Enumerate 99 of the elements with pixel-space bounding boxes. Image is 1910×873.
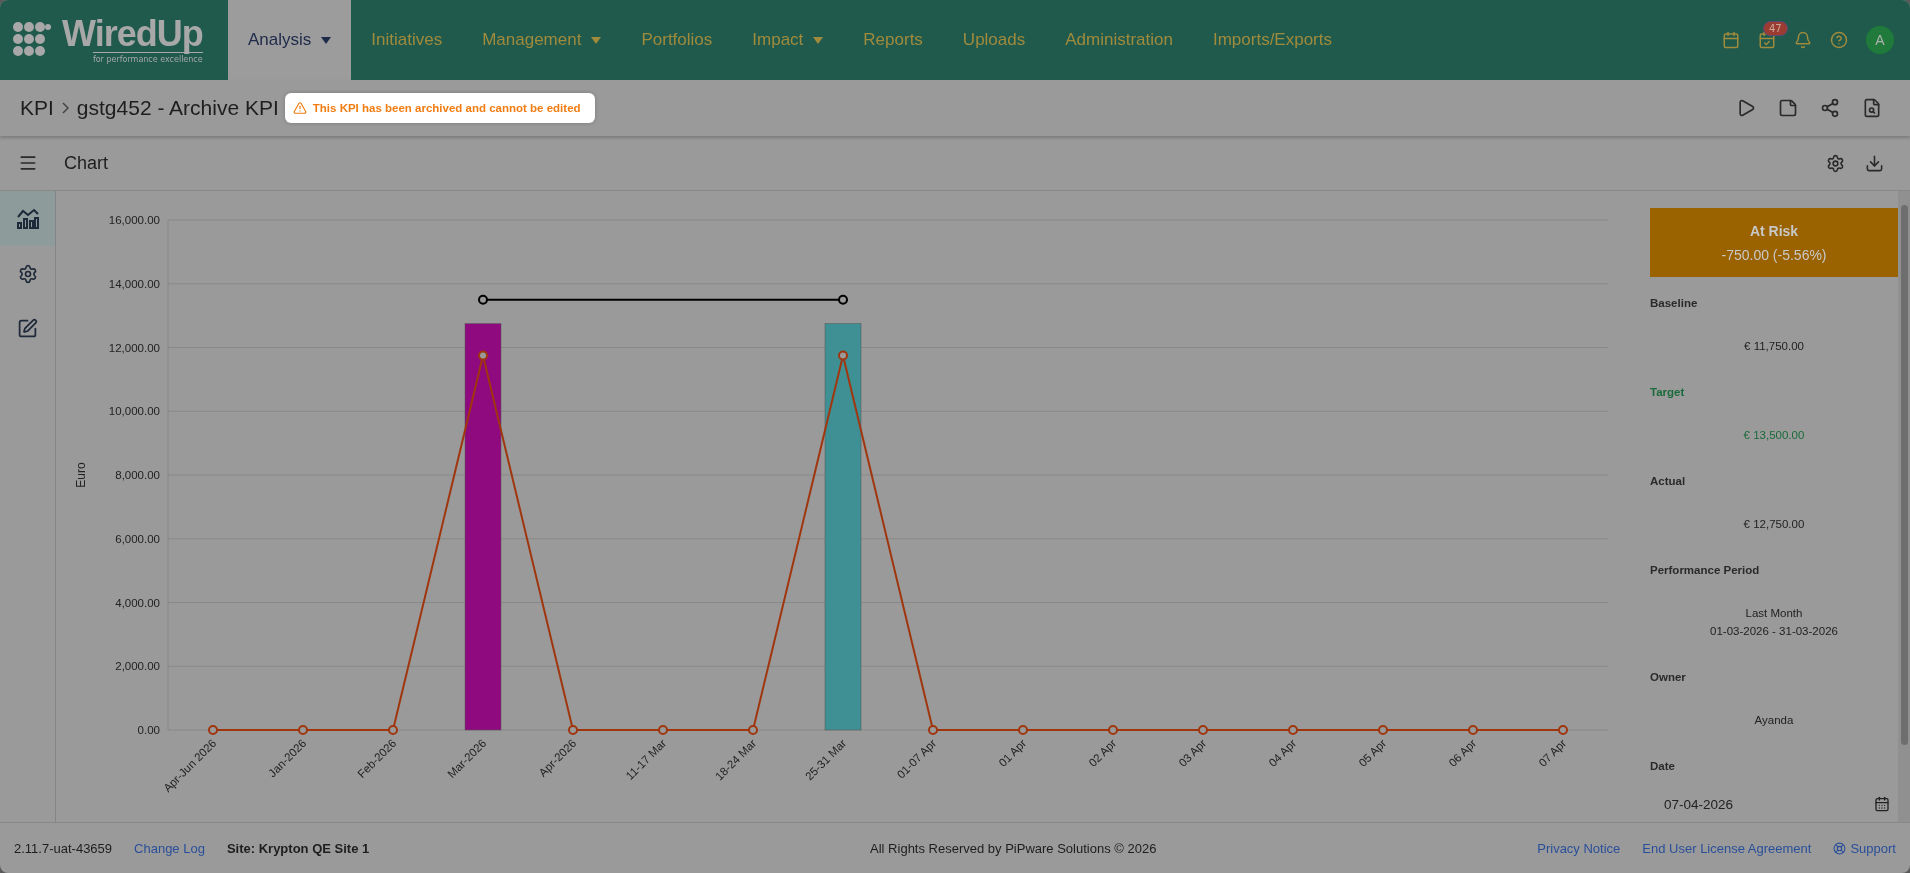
section-title: Chart xyxy=(64,152,108,174)
point xyxy=(1018,725,1028,735)
point xyxy=(478,350,488,361)
nav-tab[interactable]: Uploads xyxy=(942,0,1046,80)
x-tick-label: 05 Apr xyxy=(1356,736,1389,769)
y-tick-label: 16,000.00 xyxy=(108,214,160,226)
download-icon xyxy=(1865,153,1884,173)
nav-tab[interactable]: Initiatives xyxy=(351,0,463,80)
point xyxy=(1288,725,1298,735)
y-tick-label: 8,000.00 xyxy=(115,469,160,481)
point xyxy=(568,725,578,735)
warning-icon xyxy=(292,101,307,115)
nav-tab[interactable]: Management xyxy=(462,0,622,80)
x-tick-label: 03 Apr xyxy=(1176,736,1209,769)
menu-icon xyxy=(18,153,38,173)
point xyxy=(478,294,488,305)
y-tick-label: 4,000.00 xyxy=(115,596,160,609)
x-tick-label: 06 Apr xyxy=(1446,736,1479,769)
file-search-button[interactable] xyxy=(1862,98,1882,118)
nav-tab[interactable]: Impact xyxy=(732,0,844,80)
settings-button[interactable] xyxy=(1826,153,1845,173)
site-text: Site: Krypton QE Site 1 xyxy=(226,840,370,856)
detail-label: Date xyxy=(1650,760,1676,772)
menu-button[interactable] xyxy=(18,153,38,173)
status-label: At Risk xyxy=(1749,222,1799,239)
version-text: 2.11.7-uat-43659 xyxy=(14,840,113,856)
user-avatar[interactable]: A xyxy=(1866,26,1894,54)
status-value: -750.00 (-5.56%) xyxy=(1721,246,1827,263)
changelog-link[interactable]: Change Log xyxy=(134,840,205,856)
side-tool-button[interactable] xyxy=(0,191,55,246)
calendar-icon xyxy=(1722,31,1740,49)
settings-icon xyxy=(17,263,38,284)
nav-tab[interactable]: Portfolios xyxy=(621,0,733,80)
point xyxy=(1108,725,1118,735)
calendar-icon xyxy=(1874,796,1890,812)
y-tick-label: 14,000.00 xyxy=(108,277,160,290)
footer-link[interactable]: Support xyxy=(1833,840,1896,856)
chevron-right-icon xyxy=(61,102,69,114)
scrollbar[interactable] xyxy=(1898,191,1910,822)
y-tick-label: 0.00 xyxy=(137,724,160,736)
note-button[interactable] xyxy=(1778,98,1798,118)
detail-value: Ayanda xyxy=(1753,713,1795,728)
y-axis-title: Euro xyxy=(74,462,88,488)
detail-value: Last Month xyxy=(1744,606,1804,621)
point xyxy=(658,725,668,735)
x-tick-label: 01 Apr xyxy=(996,736,1029,769)
nav-tab[interactable]: Administration xyxy=(1045,0,1193,80)
point xyxy=(1468,725,1478,735)
support-icon xyxy=(1833,841,1847,855)
note-icon xyxy=(1778,98,1798,118)
footer-link[interactable]: End User License Agreement xyxy=(1642,840,1812,856)
y-tick-label: 12,000.00 xyxy=(108,341,160,354)
detail-label: Actual xyxy=(1650,475,1687,487)
chart-icon xyxy=(15,207,40,230)
nav-tab[interactable]: Reports xyxy=(843,0,943,80)
download-button[interactable] xyxy=(1865,153,1884,173)
detail-label: Performance Period xyxy=(1650,564,1761,576)
count-badge: 47 xyxy=(1763,21,1788,36)
point xyxy=(838,294,848,305)
detail-value: € 13,500.00 xyxy=(1742,428,1806,443)
nav-tab[interactable]: Imports/Exports xyxy=(1192,0,1352,80)
x-tick-label: 04 Apr xyxy=(1266,736,1299,769)
y-tick-label: 2,000.00 xyxy=(115,660,160,673)
detail-label: Owner xyxy=(1650,671,1687,683)
nodes-icon xyxy=(1820,98,1840,118)
point xyxy=(838,350,848,361)
play-button[interactable] xyxy=(1736,98,1756,118)
copyright-text: All Rights Reserved by PiPware Solutions © 2026 xyxy=(869,840,1157,856)
point xyxy=(298,725,308,735)
file-search-icon xyxy=(1862,98,1882,118)
nav-tab[interactable]: Analysis xyxy=(228,0,352,80)
x-tick-label: 07 Apr xyxy=(1536,736,1569,769)
settings-icon xyxy=(1826,153,1845,173)
help-icon xyxy=(1830,31,1848,49)
detail-label: Target xyxy=(1650,386,1686,398)
y-tick-label: 6,000.00 xyxy=(115,532,160,545)
warning-text: This KPI has been archived and cannot be edited xyxy=(312,102,581,114)
breadcrumb-current: gstg452 - Archive KPI xyxy=(76,96,279,120)
logo-tagline: for performance excellence xyxy=(92,52,203,64)
point xyxy=(1378,725,1388,735)
detail-value: € 12,750.00 xyxy=(1742,517,1806,532)
x-tick-label: 02 Apr xyxy=(1086,736,1119,769)
point xyxy=(1558,725,1568,735)
edit-icon xyxy=(17,318,38,339)
detail-value: 01-03-2026 - 31-03-2026 xyxy=(1709,624,1839,639)
date-field[interactable]: 07-04-2026 xyxy=(1650,788,1898,820)
network-button[interactable] xyxy=(1820,98,1840,118)
breadcrumb-link[interactable]: KPI xyxy=(20,96,54,120)
point xyxy=(928,725,938,735)
point xyxy=(388,725,398,735)
bell-icon xyxy=(1794,31,1812,49)
point xyxy=(1198,725,1208,735)
point xyxy=(208,725,218,735)
detail-value: € 11,750.00 xyxy=(1743,339,1805,354)
y-tick-label: 10,000.00 xyxy=(108,405,160,418)
detail-label: Baseline xyxy=(1650,297,1699,309)
point xyxy=(748,725,758,735)
play-icon xyxy=(1736,98,1756,118)
footer-link[interactable]: Privacy Notice xyxy=(1537,840,1621,856)
